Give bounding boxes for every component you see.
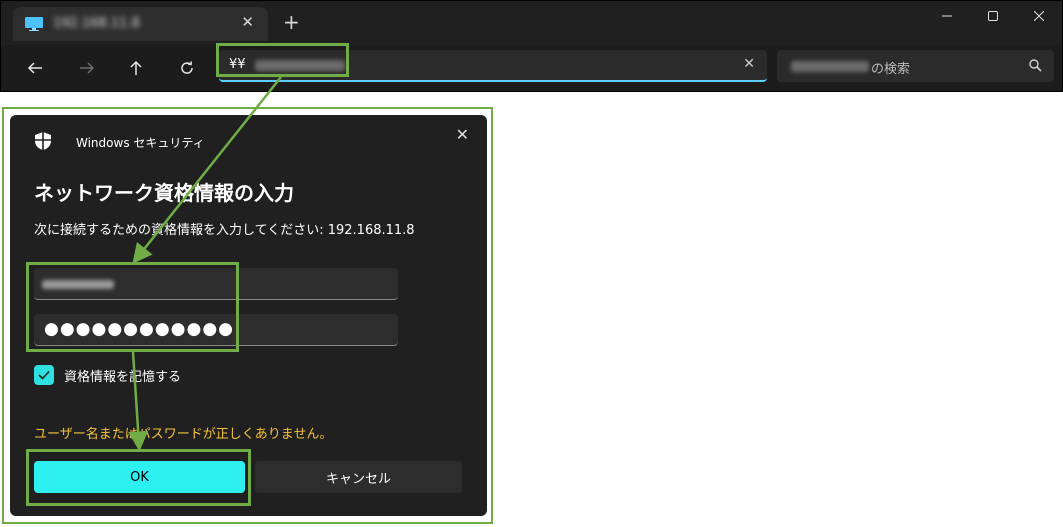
monitor-icon [25, 17, 43, 31]
refresh-button[interactable] [172, 54, 202, 82]
window-controls [924, 1, 1062, 31]
minimize-icon [942, 15, 952, 17]
error-message: ユーザー名またはパスワードが正しくありません。 [34, 427, 333, 442]
shield-icon [35, 132, 51, 150]
new-tab-icon[interactable]: + [283, 12, 300, 32]
address-text: ¥¥ [229, 57, 246, 72]
explorer-window: 192.168.11.8 ✕ + ¥¥ ✕ の検索 [0, 0, 1063, 92]
username-redacted [42, 280, 114, 289]
remember-checkbox[interactable] [34, 365, 54, 385]
search-box[interactable]: の検索 [777, 50, 1054, 82]
dialog-close-icon[interactable]: ✕ [456, 125, 469, 144]
checkmark-icon [38, 370, 50, 380]
ok-button[interactable]: OK [34, 461, 245, 493]
search-icon[interactable] [1029, 59, 1042, 72]
maximize-icon [988, 11, 998, 21]
arrow-up-icon [130, 60, 142, 75]
back-button[interactable] [20, 54, 50, 82]
password-mask: ●●●●●●●●●●●● [44, 319, 235, 339]
dialog-description: 次に接続するための資格情報を入力してください: 192.168.11.8 [34, 223, 415, 238]
close-window-button[interactable] [1016, 1, 1062, 31]
tab-title: 192.168.11.8 [53, 16, 140, 31]
dialog-frame: Windows セキュリティ ✕ ネットワーク資格情報の入力 次に接続するための… [2, 107, 493, 524]
tab-bar: 192.168.11.8 ✕ + [1, 1, 1062, 45]
cancel-button[interactable]: キャンセル [255, 461, 462, 493]
arrow-right-icon [80, 62, 95, 74]
tab-active[interactable]: 192.168.11.8 ✕ [13, 7, 268, 41]
refresh-icon [181, 61, 193, 74]
navigation-bar: ¥¥ ✕ の検索 [1, 45, 1062, 91]
minimize-button[interactable] [924, 1, 970, 31]
arrow-left-icon [27, 62, 42, 74]
remember-label: 資格情報を記憶する [64, 369, 182, 385]
forward-button[interactable] [72, 54, 102, 82]
password-field[interactable]: ●●●●●●●●●●●● [34, 314, 398, 346]
search-redacted [791, 61, 869, 72]
username-field[interactable] [34, 268, 398, 300]
clear-address-icon[interactable]: ✕ [743, 56, 755, 72]
dialog-title: ネットワーク資格情報の入力 [34, 181, 294, 205]
tab-close-icon[interactable]: ✕ [241, 13, 254, 31]
dialog-app-name: Windows セキュリティ [76, 136, 205, 150]
remember-credentials[interactable]: 資格情報を記憶する [34, 365, 181, 385]
address-redacted [255, 60, 345, 71]
address-bar[interactable]: ¥¥ ✕ [219, 50, 767, 82]
credentials-dialog: Windows セキュリティ ✕ ネットワーク資格情報の入力 次に接続するための… [10, 115, 487, 516]
search-placeholder: の検索 [871, 62, 911, 77]
maximize-button[interactable] [970, 1, 1016, 31]
close-icon [1034, 11, 1044, 21]
up-button[interactable] [121, 54, 151, 82]
